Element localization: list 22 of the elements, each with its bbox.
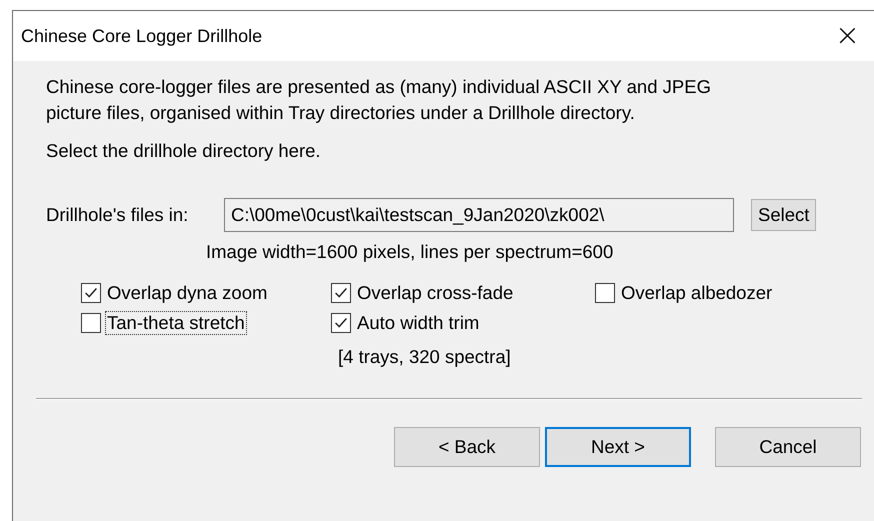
wizard-button[interactable]: Next >	[545, 427, 691, 467]
window-title: Chinese Core Logger Drillhole	[21, 26, 262, 46]
instruction-text: Select the drillhole directory here.	[46, 139, 322, 163]
checkbox-label[interactable]: Overlap cross-fade	[355, 281, 516, 305]
checkbox[interactable]	[81, 283, 101, 303]
checkbox-label[interactable]: Tan-theta stretch	[105, 311, 247, 335]
image-info-text: Image width=1600 pixels, lines per spectrum=600	[206, 241, 614, 262]
checkbox[interactable]	[331, 283, 351, 303]
field-label: Drillhole's files in:	[46, 204, 190, 226]
description-text: Chinese core-logger files are presented as (many) individual ASCII XY and JPEG picture files, organised within Tray directories under a Drillhole directory.	[46, 75, 712, 125]
directory-field[interactable]: C:\00me\0cust\kai\testscan_9Jan2020\zk002\	[224, 198, 734, 232]
checkbox-label[interactable]: Overlap albedozer	[619, 281, 774, 305]
checkbox-label[interactable]: Overlap dyna zoom	[105, 281, 270, 305]
checkbox-label[interactable]: Auto width trim	[355, 311, 482, 335]
wizard-button[interactable]: Cancel	[715, 427, 861, 467]
summary-text: [4 trays, 320 spectra]	[338, 346, 511, 367]
checkbox[interactable]	[81, 313, 101, 333]
close-button[interactable]: ×	[820, 21, 874, 51]
wizard-button[interactable]: < Back	[394, 427, 540, 467]
checkbox[interactable]	[595, 283, 615, 303]
select-button[interactable]: Select	[751, 199, 816, 231]
checkbox[interactable]	[331, 313, 351, 333]
